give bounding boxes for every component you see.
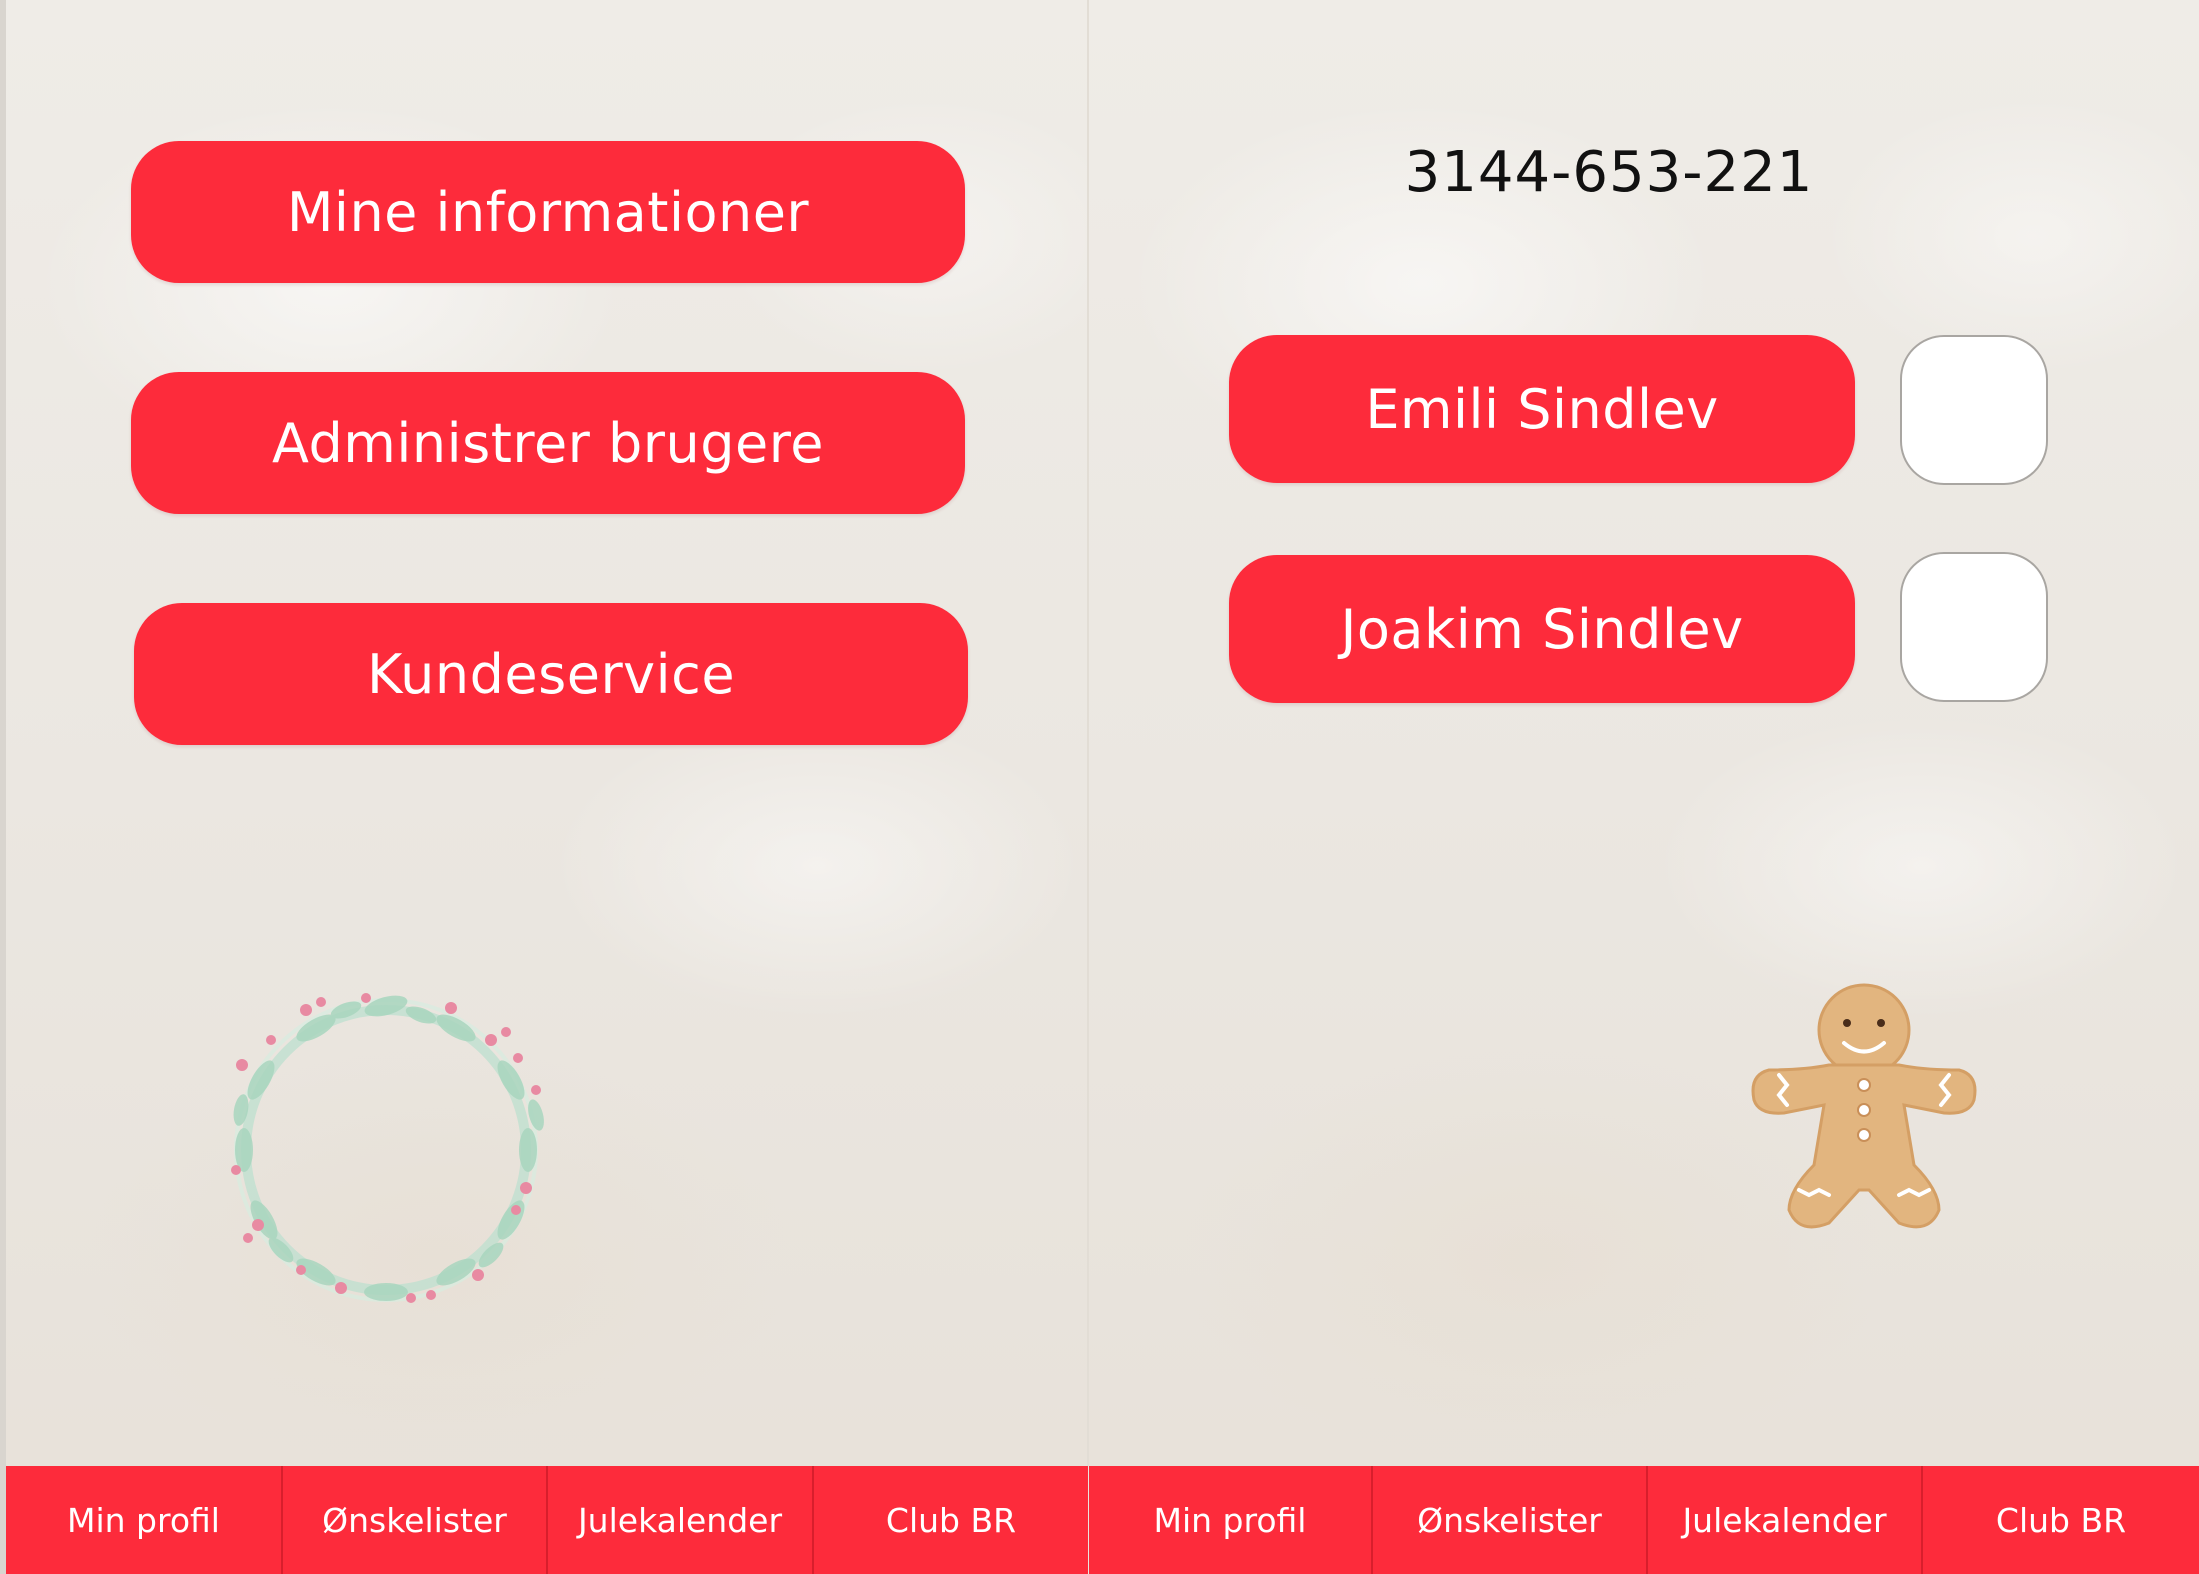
gingerbread-man-icon: [1751, 983, 1977, 1229]
user-button-joakim[interactable]: Joakim Sindlev: [1229, 555, 1855, 703]
tab-club-br[interactable]: Club BR: [1921, 1466, 2199, 1574]
administrer-brugere-button[interactable]: Administrer brugere: [131, 372, 965, 514]
mine-informationer-button[interactable]: Mine informationer: [131, 141, 965, 283]
user-checkbox-joakim[interactable]: [1900, 552, 2048, 702]
tab-julekalender[interactable]: Julekalender: [546, 1466, 812, 1574]
bottom-tab-bar: Min profil Ønskelister Julekalender Club…: [1089, 1466, 2199, 1574]
manage-users-screen: 3144-653-221 Emili Sindlev Joakim Sindle…: [1089, 0, 2199, 1574]
tab-julekalender[interactable]: Julekalender: [1646, 1466, 1921, 1574]
user-checkbox-emili[interactable]: [1900, 335, 2048, 485]
user-code-text: 3144-653-221: [1404, 140, 1814, 205]
tab-min-profil[interactable]: Min profil: [1089, 1466, 1371, 1574]
tab-onskelister[interactable]: Ønskelister: [281, 1466, 546, 1574]
profile-menu-screen: Mine informationer Administrer brugere K…: [6, 0, 1088, 1574]
kundeservice-button[interactable]: Kundeservice: [134, 603, 968, 745]
user-button-emili[interactable]: Emili Sindlev: [1229, 335, 1855, 483]
bottom-tab-bar: Min profil Ønskelister Julekalender Club…: [6, 1466, 1088, 1574]
wreath-icon: [231, 993, 544, 1303]
tab-min-profil[interactable]: Min profil: [6, 1466, 281, 1574]
tab-club-br[interactable]: Club BR: [812, 1466, 1088, 1574]
tab-onskelister[interactable]: Ønskelister: [1371, 1466, 1646, 1574]
